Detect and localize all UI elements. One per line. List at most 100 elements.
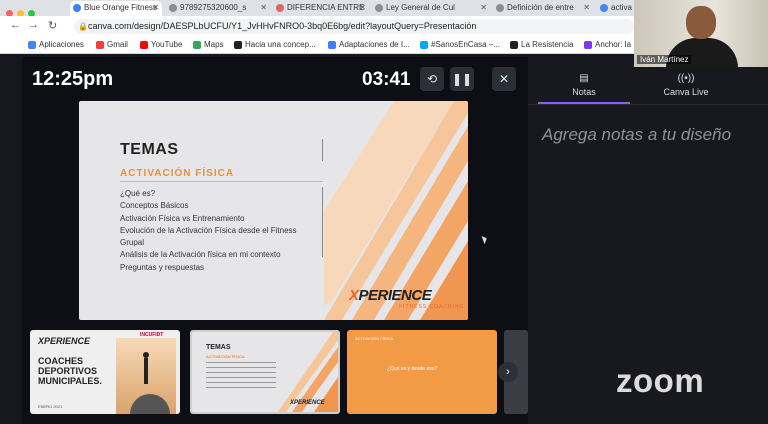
notes-panel: ▤ Notas ((•)) Canva Live Agrega notas a … [528, 57, 768, 424]
bookmark-hacia[interactable]: Hacia una concep... [234, 40, 316, 49]
apps-grid-icon [28, 41, 36, 49]
thumb-photo [116, 338, 176, 414]
bookmark-la-resistencia[interactable]: La Resistencia [510, 40, 573, 49]
globe-icon [496, 4, 504, 12]
notes-textarea[interactable]: Agrega notas a tu diseño [542, 123, 742, 147]
google-icon [600, 4, 608, 12]
mouse-cursor [481, 234, 489, 245]
globe-icon [169, 4, 177, 12]
tab-label: Notas [572, 87, 596, 97]
bookmark-label: Anchor: la [595, 40, 632, 49]
close-tab-icon[interactable]: ✕ [583, 1, 590, 15]
presenter-view: 12:25pm 03:41 ⟲ ❚❚ ✕ TEMAS ACTIVACIÓN FÍ… [22, 57, 528, 424]
browser-tab[interactable]: activa [597, 1, 637, 16]
thumb-logo: XPERIENCE [38, 336, 91, 346]
youtube-icon [140, 41, 148, 49]
pause-icon: ❚❚ [451, 72, 473, 86]
list-item: Análisis de la Activación física en mi c… [120, 250, 281, 260]
thumbnail-slide-2[interactable]: TEMAS ACTIVACIÓN FÍSICA XPERIENCE [190, 330, 340, 414]
lock-icon: 🔒 [78, 22, 88, 31]
thumb-title: TEMAS [206, 344, 231, 351]
presentation-timer: 03:41 [362, 69, 411, 90]
bookmark-anchor[interactable]: Anchor: la [584, 40, 631, 49]
tab-label: Blue Orange Fitness [84, 3, 157, 12]
site-icon [510, 41, 518, 49]
browser-tab[interactable]: Ley General de Cul ✕ [372, 1, 490, 16]
bookmark-label: Hacia una concep... [245, 40, 316, 49]
bookmark-label: Adaptaciones de I... [339, 40, 410, 49]
chevron-right-icon: › [506, 366, 510, 378]
gmail-icon [96, 41, 104, 49]
tab-label: 9789275320600_s [180, 3, 247, 12]
pause-timer-button[interactable]: ❚❚ [450, 67, 474, 91]
next-slide-button[interactable]: › [498, 362, 518, 382]
close-tab-icon[interactable]: ✕ [480, 1, 487, 15]
thumb-body: ¿Qué es y desde eso? [387, 366, 438, 372]
browser-tab[interactable]: DIFERENCIA ENTRE ✕ [273, 1, 369, 16]
bookmark-label: Maps [204, 40, 224, 49]
thumb-date: ENERO 2021 [38, 404, 63, 409]
forward-arrow-icon[interactable]: → [28, 19, 39, 31]
slide-subtitle: ACTIVACIÓN FÍSICA [120, 168, 235, 179]
browser-tab[interactable]: Definición de entre ✕ [493, 1, 593, 16]
tab-label: activa [611, 3, 632, 12]
bookmark-gmail[interactable]: Gmail [96, 40, 128, 49]
tab-label: DIFERENCIA ENTRE [287, 3, 365, 12]
bookmark-adaptaciones[interactable]: Adaptaciones de I... [328, 40, 410, 49]
list-item: ¿Qué es? [120, 189, 156, 198]
list-item: Conceptos Básicos [120, 201, 189, 211]
bookmark-label: #SanosEnCasa –... [431, 40, 500, 49]
logo-tagline: FITNESS COACHING [399, 304, 465, 310]
bookmark-sanosencasa[interactable]: #SanosEnCasa –... [420, 40, 500, 49]
site-icon [234, 41, 242, 49]
thumb-title: ACTIVACIÓN FÍSICA [355, 336, 394, 341]
browser-tab-active[interactable]: Blue Orange Fitness ✕ [70, 1, 162, 16]
list-item: Activación Física vs Entrenamiento [120, 213, 245, 223]
broadcast-icon: ((•)) [677, 73, 695, 84]
reset-timer-button[interactable]: ⟲ [420, 67, 444, 91]
bookmark-label: La Resistencia [521, 40, 574, 49]
xperience-logo: XPERIENCE [349, 287, 432, 304]
tab-notes[interactable]: ▤ Notas [538, 73, 630, 97]
thumb-subtitle: ACTIVACIÓN FÍSICA [206, 354, 245, 359]
screen: Blue Orange Fitness ✕ 9789275320600_s ✕ DI… [0, 0, 768, 424]
history-icon: ⟲ [426, 72, 438, 86]
tab-label: Definición de entre [507, 3, 574, 12]
tab-label: Ley General de Cul [386, 3, 455, 12]
bookmark-apps[interactable]: Aplicaciones [28, 40, 84, 49]
webcam-video: Iván Martínez [634, 0, 768, 67]
close-tab-icon[interactable]: ✕ [359, 1, 366, 15]
thumbnail-slide-3[interactable]: ACTIVACIÓN FÍSICA ¿Qué es y desde eso? [347, 330, 497, 414]
zoom-watermark: zoom [616, 362, 705, 399]
notes-icon: ▤ [579, 73, 589, 84]
thumb-title: COACHES DEPORTIVOS MUNICIPALES. [38, 356, 102, 386]
divider [322, 139, 323, 161]
bookmark-maps[interactable]: Maps [193, 40, 224, 49]
tab-canva-live[interactable]: ((•)) Canva Live [640, 73, 732, 97]
slide-thumbnails: XPERIENCE INCUFIDT COACHES DEPORTIVOS MU… [30, 330, 528, 414]
participant-name: Iván Martínez [637, 55, 692, 64]
thumb-text-lines [206, 362, 276, 392]
slide-title: TEMAS [120, 141, 179, 158]
slide-topic-list: ¿Qué es? Conceptos Básicos Activación Fí… [120, 188, 310, 274]
thumbnail-slide-1[interactable]: XPERIENCE INCUFIDT COACHES DEPORTIVOS MU… [30, 330, 180, 414]
thumb-logo: XPERIENCE [290, 400, 325, 406]
current-slide: TEMAS ACTIVACIÓN FÍSICA ¿Qué es? Concept… [79, 101, 468, 320]
divider [120, 181, 323, 182]
site-icon [584, 41, 592, 49]
tab-label: Canva Live [663, 87, 709, 97]
bookmark-youtube[interactable]: YouTube [140, 40, 182, 49]
site-icon [420, 41, 428, 49]
reload-icon[interactable]: ↻ [48, 19, 57, 32]
back-arrow-icon[interactable]: ← [10, 19, 21, 31]
url-field[interactable]: 🔒 canva.com/design/DAESPLbUCFU/Y1_JvHHvF… [74, 19, 634, 34]
close-presenter-button[interactable]: ✕ [492, 67, 516, 91]
browser-tab[interactable]: 9789275320600_s ✕ [166, 1, 270, 16]
close-icon: ✕ [498, 72, 510, 86]
maps-pin-icon [193, 41, 201, 49]
list-item: Evolución de la Activación Física desde … [120, 225, 297, 248]
close-tab-icon[interactable]: ✕ [260, 1, 267, 15]
site-icon [328, 41, 336, 49]
close-tab-icon[interactable]: ✕ [152, 1, 159, 15]
bookmark-label: YouTube [151, 40, 183, 49]
